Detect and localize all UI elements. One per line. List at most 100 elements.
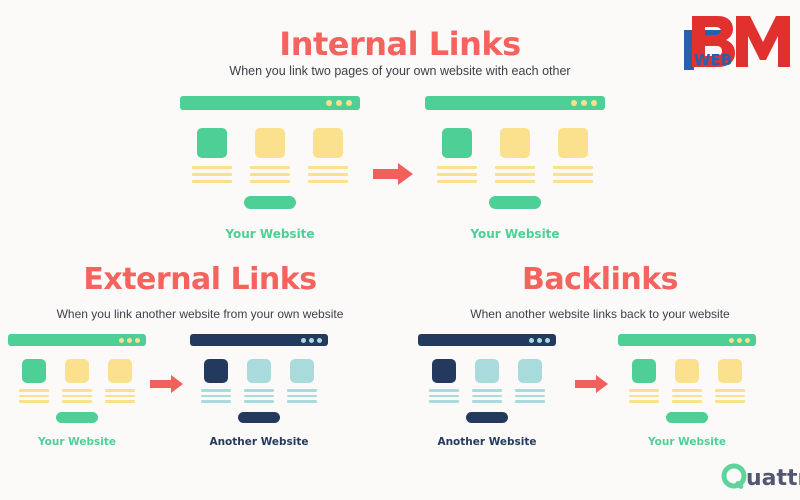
text-line bbox=[629, 400, 659, 403]
content-column bbox=[244, 359, 274, 403]
text-line bbox=[308, 180, 348, 183]
text-line bbox=[672, 389, 702, 392]
content-text-lines bbox=[201, 389, 231, 403]
content-thumbnail bbox=[632, 359, 656, 383]
text-line bbox=[472, 394, 502, 397]
browser-dot bbox=[545, 337, 550, 343]
content-text-lines bbox=[287, 389, 317, 403]
content-thumbnail bbox=[518, 359, 542, 383]
browser-dot bbox=[119, 337, 124, 343]
text-line bbox=[201, 394, 231, 397]
content-thumbnail bbox=[313, 128, 343, 158]
text-line bbox=[308, 173, 348, 176]
content-column bbox=[201, 359, 231, 403]
content-text-lines bbox=[244, 389, 274, 403]
text-line bbox=[553, 173, 593, 176]
section-subtitle-internal-links: When you link two pages of your own webs… bbox=[229, 64, 571, 78]
text-line bbox=[250, 173, 290, 176]
section-subtitle-backlinks: When another website links back to your … bbox=[470, 307, 730, 321]
cta-pill bbox=[466, 411, 508, 423]
text-line bbox=[437, 180, 477, 183]
content-cards bbox=[425, 128, 605, 183]
text-line bbox=[244, 389, 274, 392]
text-line bbox=[192, 166, 232, 169]
content-text-lines bbox=[62, 389, 92, 403]
mock-caption-another-website: Another Website bbox=[437, 435, 537, 448]
content-cards bbox=[618, 359, 756, 403]
content-thumbnail bbox=[197, 128, 227, 158]
text-line bbox=[495, 180, 535, 183]
content-text-lines bbox=[495, 166, 535, 183]
content-thumbnail bbox=[500, 128, 530, 158]
text-line bbox=[287, 400, 317, 403]
text-line bbox=[19, 389, 49, 392]
content-text-lines bbox=[629, 389, 659, 403]
browser-dot bbox=[537, 337, 542, 343]
browser-mock-backlink-target: Your Website bbox=[618, 334, 756, 448]
text-line bbox=[715, 400, 745, 403]
cta-pill bbox=[666, 411, 708, 423]
content-text-lines bbox=[105, 389, 135, 403]
browser-dot bbox=[336, 100, 342, 106]
cta-pill-wrap bbox=[418, 411, 556, 423]
mock-caption-your-website: Your Website bbox=[38, 435, 116, 448]
content-text-lines bbox=[553, 166, 593, 183]
content-column bbox=[62, 359, 92, 403]
browser-mock-external-target: Another Website bbox=[190, 334, 328, 448]
content-text-lines bbox=[19, 389, 49, 403]
content-column bbox=[19, 359, 49, 403]
cta-pill-wrap bbox=[190, 411, 328, 423]
content-text-lines bbox=[515, 389, 545, 403]
content-thumbnail bbox=[475, 359, 499, 383]
content-column bbox=[495, 128, 535, 183]
content-column bbox=[250, 128, 290, 183]
section-title-backlinks: Backlinks bbox=[521, 262, 679, 297]
content-column bbox=[437, 128, 477, 183]
text-line bbox=[437, 166, 477, 169]
content-text-lines bbox=[437, 166, 477, 183]
text-line bbox=[62, 389, 92, 392]
text-line bbox=[629, 389, 659, 392]
content-text-lines bbox=[192, 166, 232, 183]
content-column bbox=[715, 359, 745, 403]
browser-mock-external-source: Your Website bbox=[8, 334, 146, 448]
text-line bbox=[553, 166, 593, 169]
content-cards bbox=[418, 359, 556, 403]
text-line bbox=[715, 394, 745, 397]
text-line bbox=[629, 394, 659, 397]
text-line bbox=[105, 389, 135, 392]
text-line bbox=[192, 173, 232, 176]
content-thumbnail bbox=[432, 359, 456, 383]
text-line bbox=[672, 394, 702, 397]
content-column bbox=[192, 128, 232, 183]
content-thumbnail bbox=[247, 359, 271, 383]
text-line bbox=[495, 166, 535, 169]
browser-dot bbox=[729, 337, 734, 343]
content-column bbox=[515, 359, 545, 403]
browser-mock-internal-source: Your Website bbox=[180, 96, 360, 241]
browser-dots bbox=[729, 337, 750, 343]
content-column bbox=[672, 359, 702, 403]
content-column bbox=[287, 359, 317, 403]
text-line bbox=[429, 389, 459, 392]
browser-dots bbox=[119, 337, 140, 343]
content-thumbnail bbox=[255, 128, 285, 158]
section-title-external-links: External Links bbox=[83, 262, 317, 297]
content-cards bbox=[190, 359, 328, 403]
content-column bbox=[308, 128, 348, 183]
text-line bbox=[472, 400, 502, 403]
text-line bbox=[437, 173, 477, 176]
content-thumbnail bbox=[22, 359, 46, 383]
mock-caption-your-website: Your Website bbox=[470, 227, 560, 241]
cta-pill-wrap bbox=[180, 196, 360, 209]
browser-mock-backlink-source: Another Website bbox=[418, 334, 556, 448]
browser-bar bbox=[425, 96, 605, 110]
text-line bbox=[250, 166, 290, 169]
content-thumbnail bbox=[108, 359, 132, 383]
text-line bbox=[672, 400, 702, 403]
browser-dot bbox=[317, 337, 322, 343]
content-thumbnail bbox=[558, 128, 588, 158]
cta-pill bbox=[244, 196, 296, 209]
browser-dot bbox=[591, 100, 597, 106]
browser-dot bbox=[529, 337, 534, 343]
